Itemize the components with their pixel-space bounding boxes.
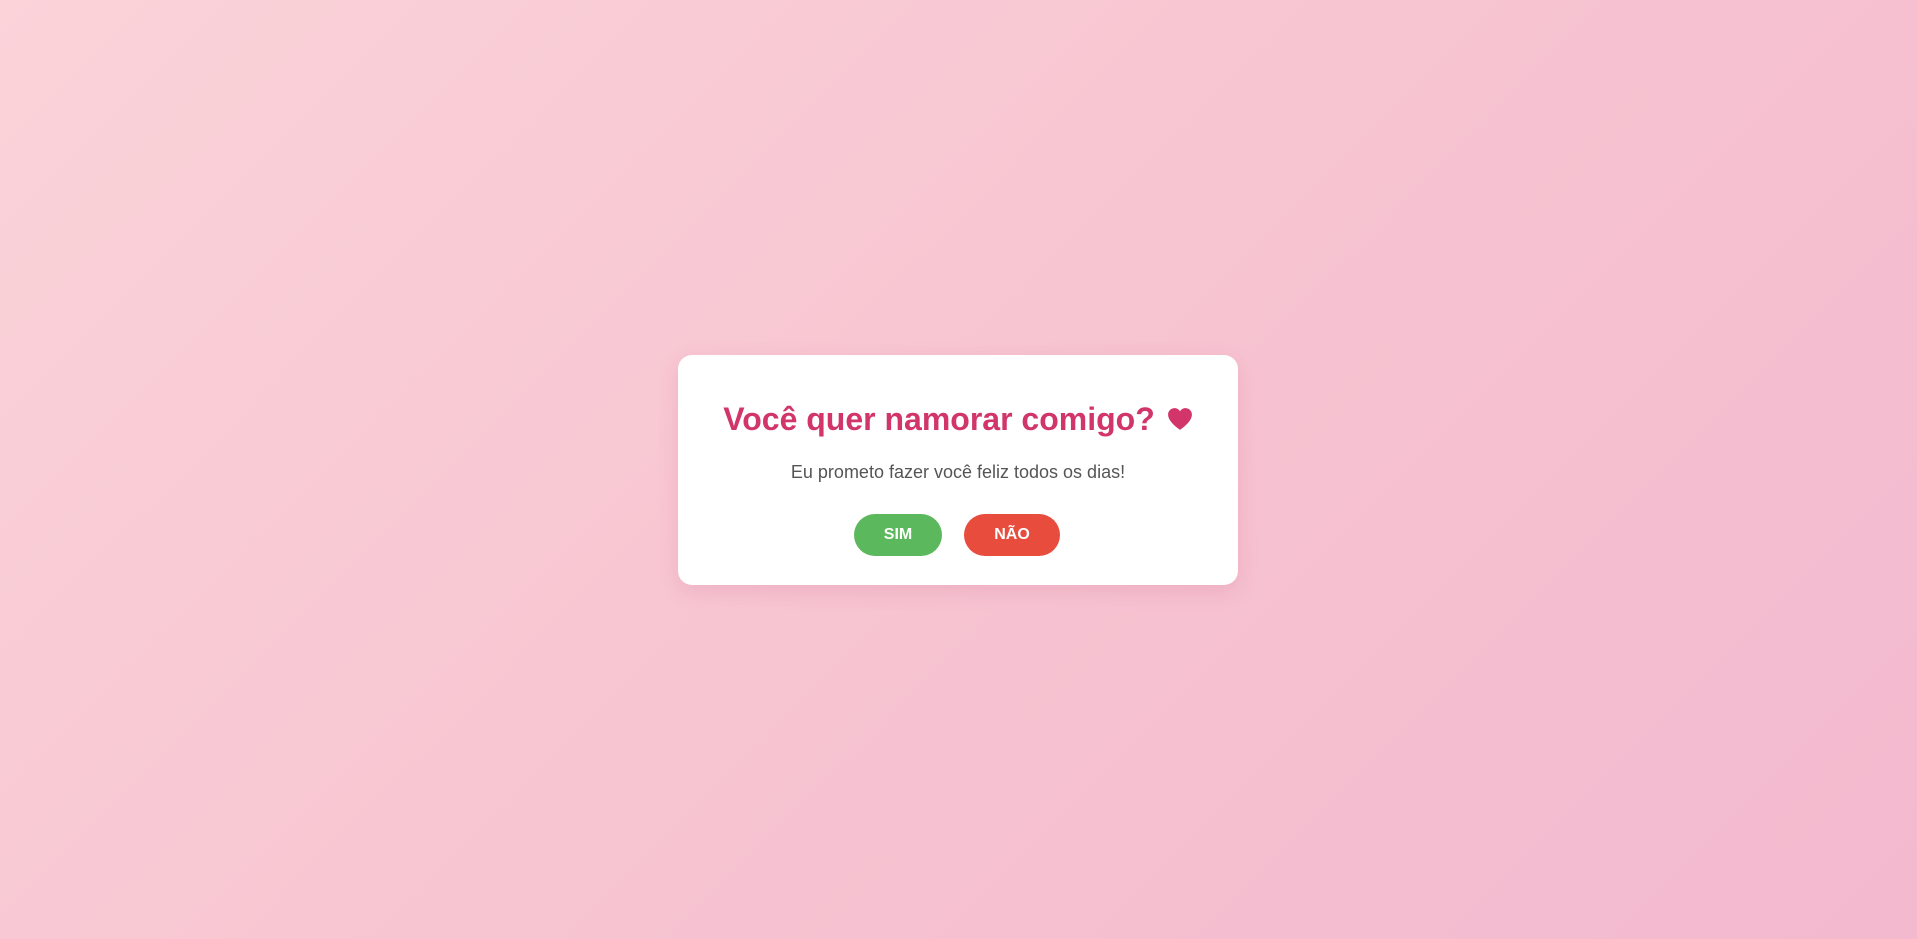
no-button[interactable]: NÃO — [964, 514, 1060, 556]
button-row: SIM NÃO — [678, 514, 1238, 556]
page-title: Você quer namorar comigo? — [723, 401, 1155, 437]
heart-icon — [1167, 407, 1193, 431]
yes-button[interactable]: SIM — [854, 514, 942, 556]
title-row: Você quer namorar comigo? — [678, 403, 1238, 435]
proposal-card: Você quer namorar comigo? Eu prometo faz… — [678, 355, 1238, 585]
subtitle-text: Eu prometo fazer você feliz todos os dia… — [790, 462, 1126, 482]
